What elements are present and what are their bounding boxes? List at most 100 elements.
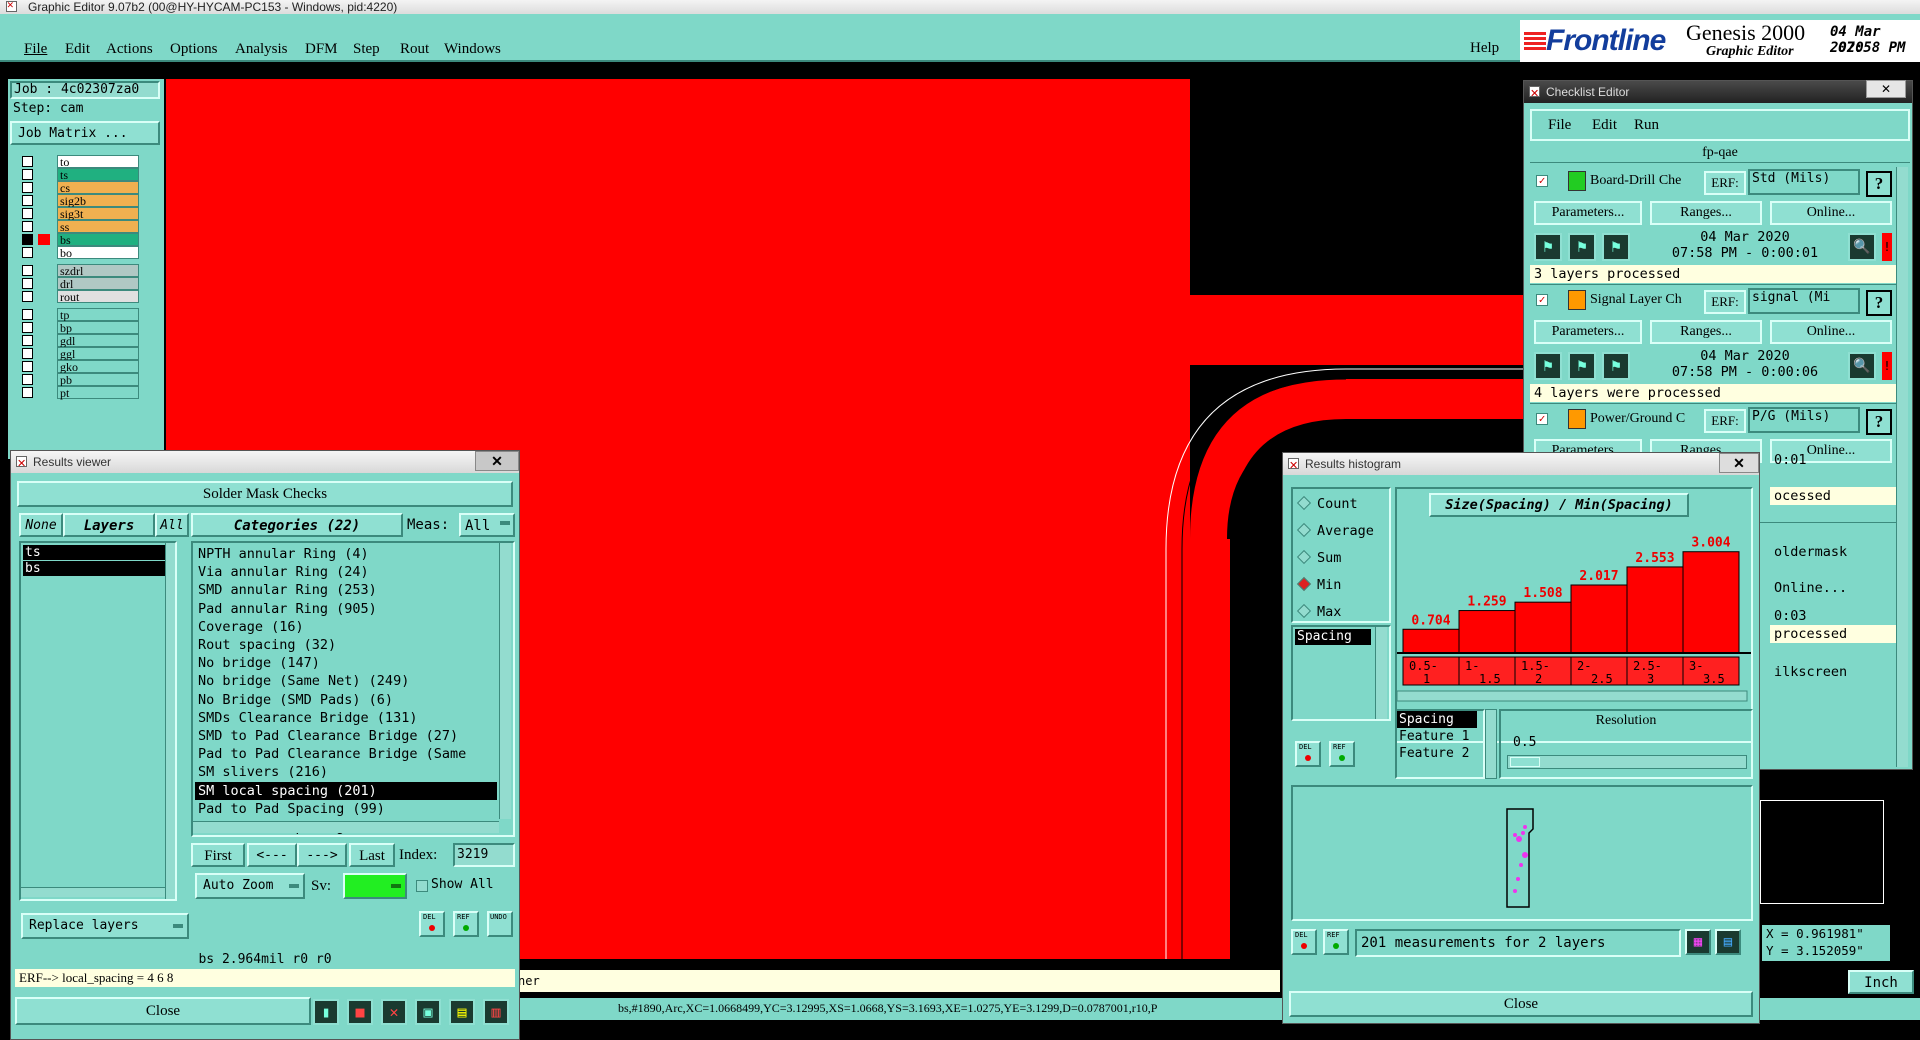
layer-checkbox[interactable] xyxy=(22,182,33,193)
resolution-slider[interactable] xyxy=(1507,755,1747,769)
report-icon[interactable]: ▤ xyxy=(449,999,475,1025)
results-close-button[interactable]: Close xyxy=(15,997,311,1025)
replace-layers-dropdown[interactable]: Replace layers xyxy=(21,913,189,939)
checklist-menu-file[interactable]: File xyxy=(1548,117,1571,134)
menu-edit[interactable]: Edit xyxy=(65,40,90,58)
category-item[interactable]: Rout spacing (32) xyxy=(195,636,497,654)
none-button[interactable]: None xyxy=(19,513,63,537)
stat-option-average[interactable]: Average xyxy=(1296,520,1389,542)
x-measure-feature2[interactable]: Feature 2 xyxy=(1397,745,1483,762)
delete-button[interactable]: DEL xyxy=(419,911,445,937)
action-checkbox[interactable]: ✓ xyxy=(1536,294,1548,306)
run-icon[interactable]: ⚑ xyxy=(1534,352,1562,380)
category-item[interactable]: No bridge (147) xyxy=(195,654,497,672)
layer-checkbox[interactable] xyxy=(22,335,33,346)
layer-checkbox[interactable] xyxy=(22,348,33,359)
stat-option-count[interactable]: Count xyxy=(1296,493,1389,515)
histogram-close-button[interactable]: Close xyxy=(1289,991,1753,1017)
checklist-menu-run[interactable]: Run xyxy=(1634,117,1659,134)
layer-list-scrollbar[interactable] xyxy=(165,543,175,899)
category-scrollbar[interactable] xyxy=(499,543,511,819)
menu-analysis[interactable]: Analysis xyxy=(235,40,288,58)
category-item[interactable]: No bridge (Same Net) (249) xyxy=(195,672,497,690)
action-checkbox[interactable]: ✓ xyxy=(1536,175,1548,187)
layer-checkbox[interactable] xyxy=(22,291,33,302)
ranges-button[interactable]: Ranges... xyxy=(1650,201,1762,225)
meas-dropdown[interactable]: All xyxy=(459,513,515,537)
layer-checkbox[interactable] xyxy=(22,247,33,258)
category-item[interactable]: Pad to Pad Clearance Bridge (Same xyxy=(195,745,497,763)
online-button[interactable]: Online... xyxy=(1770,201,1892,225)
erf-input[interactable]: signal (Mi xyxy=(1748,288,1860,314)
export-icon[interactable]: ▦ xyxy=(1685,929,1711,955)
help-icon[interactable]: ? xyxy=(1866,409,1892,435)
stat-option-min[interactable]: Min xyxy=(1296,574,1389,596)
sv-color-dropdown[interactable] xyxy=(343,873,407,899)
stat-option-sum[interactable]: Sum xyxy=(1296,547,1389,569)
preview-delete-button[interactable]: DEL xyxy=(1291,929,1317,955)
layer-checkbox[interactable] xyxy=(22,195,33,206)
online-button[interactable]: Online... xyxy=(1770,579,1896,597)
stats-icon[interactable]: ▮ xyxy=(313,999,339,1025)
all-button[interactable]: All xyxy=(155,513,189,537)
menu-actions[interactable]: Actions xyxy=(106,40,153,58)
menu-step[interactable]: Step xyxy=(353,40,380,58)
layer-checkbox[interactable] xyxy=(22,169,33,180)
last-button[interactable]: Last xyxy=(349,843,395,867)
layer-checkbox[interactable] xyxy=(22,234,33,245)
category-item[interactable]: SMD annular Ring (253) xyxy=(195,581,497,599)
layer-checkbox[interactable] xyxy=(22,221,33,232)
show-all-checkbox[interactable] xyxy=(416,880,428,892)
layer-checkbox[interactable] xyxy=(22,322,33,333)
category-item[interactable]: Via annular Ring (24) xyxy=(195,563,497,581)
category-hscroll[interactable] xyxy=(193,821,499,833)
prev-button[interactable]: <--- xyxy=(247,843,297,867)
menu-rout[interactable]: Rout xyxy=(400,40,429,58)
stat-option-max[interactable]: Max xyxy=(1296,601,1389,623)
checklist-close-x[interactable]: ✕ xyxy=(1866,80,1906,98)
menu-windows[interactable]: Windows xyxy=(444,40,501,58)
menu-help[interactable]: Help xyxy=(1470,40,1499,57)
run-icon[interactable]: ⚑ xyxy=(1534,233,1562,261)
menu-file[interactable]: File xyxy=(24,40,47,58)
menu-dfm[interactable]: DFM xyxy=(305,40,338,58)
category-item[interactable]: SMDs Clearance Bridge (131) xyxy=(195,709,497,727)
stop-icon[interactable]: ⚑ xyxy=(1602,233,1630,261)
layer-checkbox[interactable] xyxy=(22,278,33,289)
zoom-results-icon[interactable]: 🔍 xyxy=(1848,352,1876,380)
refresh-button[interactable]: REF xyxy=(453,911,479,937)
category-item[interactable]: SMD to Pad Clearance Bridge (27) xyxy=(195,727,497,745)
category-item[interactable]: SM slivers (216) xyxy=(195,763,497,781)
parameters-button[interactable]: Parameters... xyxy=(1534,201,1642,225)
preview-refresh-button[interactable]: REF xyxy=(1323,929,1349,955)
close-icon[interactable]: ✕ xyxy=(1719,453,1759,473)
layer-result-item-bs[interactable]: bs xyxy=(23,561,165,576)
next-button[interactable]: ---> xyxy=(297,843,347,867)
menu-options[interactable]: Options xyxy=(170,40,218,58)
erf-input[interactable]: P/G (Mils) xyxy=(1748,407,1860,433)
close-icon[interactable]: ✕ xyxy=(475,451,519,471)
resolution-slider-thumb[interactable] xyxy=(1510,757,1540,767)
histogram-hscroll[interactable] xyxy=(1397,690,1748,702)
help-icon[interactable]: ? xyxy=(1866,171,1892,197)
undo-button[interactable]: UNDO xyxy=(487,911,513,937)
units-button[interactable]: Inch xyxy=(1848,970,1914,994)
checklist-scrollbar[interactable] xyxy=(1896,167,1908,767)
layer-checkbox[interactable] xyxy=(22,156,33,167)
auto-zoom-dropdown[interactable]: Auto Zoom xyxy=(195,873,305,899)
category-item[interactable]: Pad annular Ring (905) xyxy=(195,600,497,618)
category-item[interactable]: No Bridge (SMD Pads) (6) xyxy=(195,691,497,709)
cross-icon[interactable]: ✕ xyxy=(381,999,407,1025)
layer-checkbox[interactable] xyxy=(22,208,33,219)
layer-checkbox[interactable] xyxy=(22,361,33,372)
layer-list-hscroll[interactable] xyxy=(21,887,165,897)
parameters-button[interactable]: Parameters... xyxy=(1534,320,1642,344)
help-icon[interactable]: ? xyxy=(1866,290,1892,316)
map-icon[interactable]: ▣ xyxy=(415,999,441,1025)
measure-item-spacing[interactable]: Spacing xyxy=(1295,629,1371,645)
category-item[interactable]: NPTH annular Ring (4) xyxy=(195,545,497,563)
checklist-menu-edit[interactable]: Edit xyxy=(1592,117,1617,134)
histogram-delete-button[interactable]: DEL xyxy=(1295,741,1321,767)
run-all-icon[interactable]: ⚑ xyxy=(1568,352,1596,380)
x-measure-feature1[interactable]: Feature 1 xyxy=(1397,728,1483,745)
